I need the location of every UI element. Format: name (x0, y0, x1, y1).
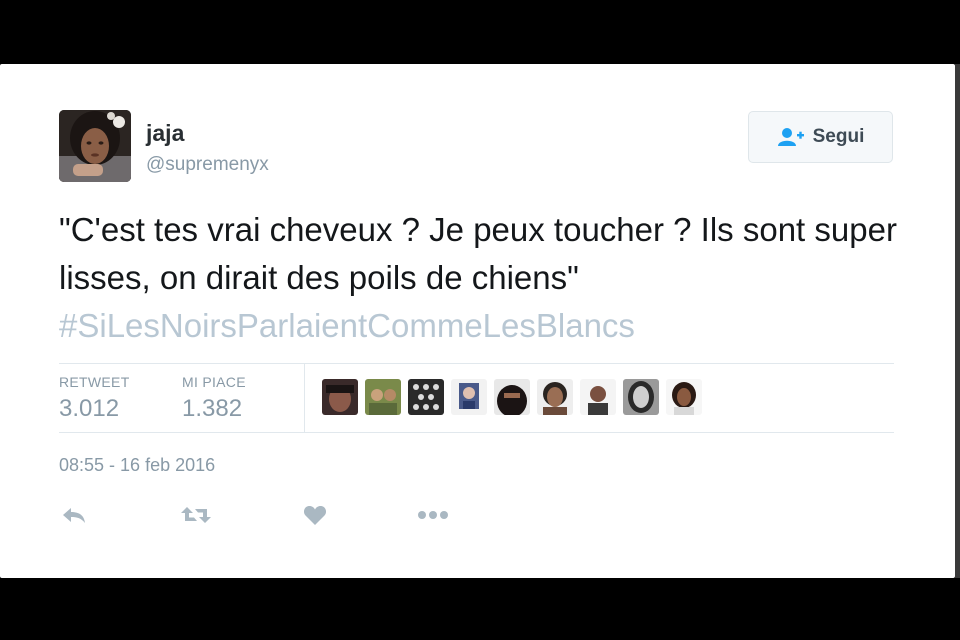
author-avatar[interactable] (59, 110, 131, 182)
heart-icon (303, 506, 327, 525)
stats-bottom-divider (59, 432, 894, 433)
liker-avatar[interactable] (580, 379, 616, 415)
retweet-label: RETWEET (59, 374, 130, 390)
stats-divider (304, 364, 305, 432)
author-handle[interactable]: @supremenyx (146, 154, 269, 176)
reply-icon (63, 508, 85, 523)
tweet-timestamp[interactable]: 08:55 - 16 feb 2016 (59, 455, 215, 476)
liker-avatar[interactable] (365, 379, 401, 415)
hashtag-link[interactable]: #SiLesNoirsParlaientCommeLesBlancs (59, 302, 635, 350)
follow-button[interactable]: Segui (748, 111, 893, 163)
author-name[interactable]: jaja (146, 120, 184, 147)
follow-user-icon (777, 128, 804, 146)
more-dots-icon (418, 511, 448, 519)
retweet-count[interactable]: 3.012 (59, 395, 119, 423)
reply-button[interactable] (56, 500, 92, 530)
liker-avatar[interactable] (451, 379, 487, 415)
more-button[interactable] (415, 500, 451, 530)
follow-label: Segui (812, 126, 865, 147)
liker-avatar[interactable] (666, 379, 702, 415)
likes-count[interactable]: 1.382 (182, 395, 242, 423)
stats-top-divider (59, 363, 894, 364)
like-button[interactable] (297, 500, 333, 530)
liker-avatar[interactable] (623, 379, 659, 415)
retweet-icon (181, 507, 211, 523)
tweet-text: "C'est tes vrai cheveux ? Je peux touche… (59, 211, 897, 296)
likes-label: MI PIACE (182, 374, 246, 390)
liker-avatars (322, 379, 702, 415)
retweet-button[interactable] (178, 500, 214, 530)
liker-avatar[interactable] (408, 379, 444, 415)
liker-avatar[interactable] (494, 379, 530, 415)
liker-avatar[interactable] (537, 379, 573, 415)
frame-edge (955, 64, 960, 578)
liker-avatar[interactable] (322, 379, 358, 415)
author-avatar-image (59, 110, 131, 182)
